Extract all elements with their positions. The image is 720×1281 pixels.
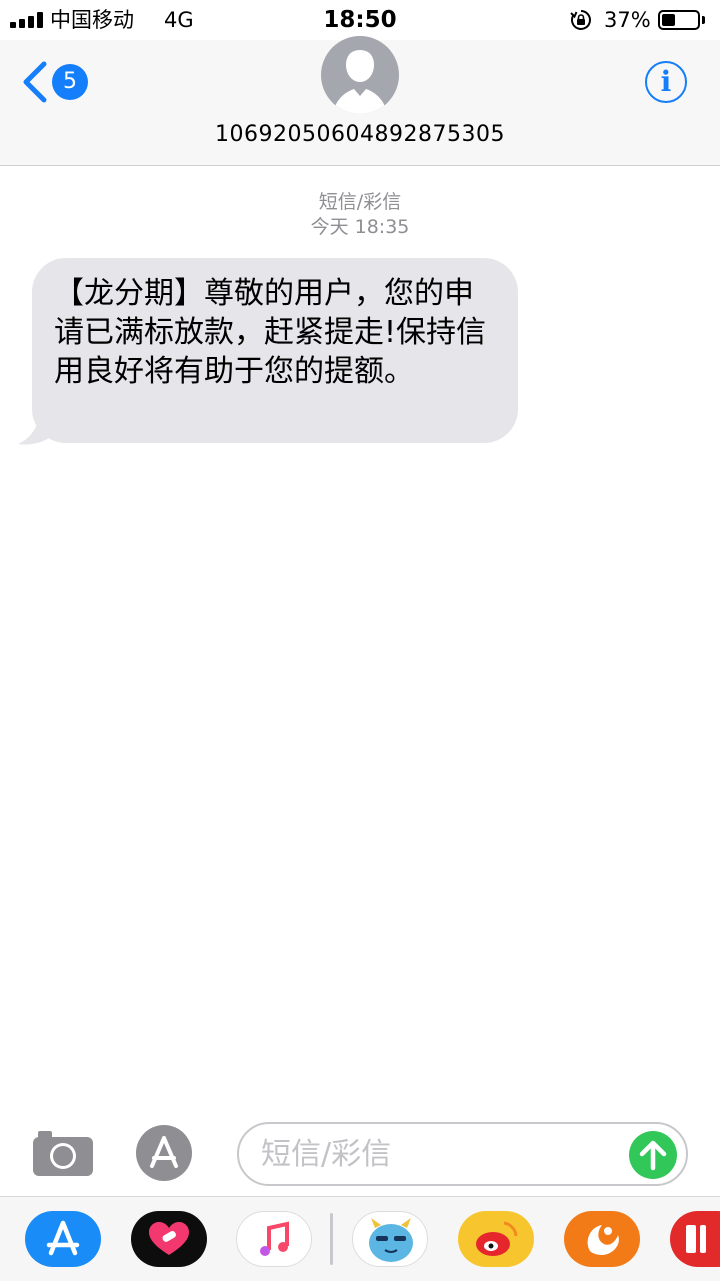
chevron-left-icon: [23, 61, 47, 103]
arrow-up-icon: [639, 1140, 667, 1171]
drawer-divider: [330, 1213, 333, 1265]
message-timestamp: 今天 18:35: [310, 216, 410, 238]
blue-monster-app-icon[interactable]: [352, 1211, 428, 1267]
weibo-app-icon[interactable]: [458, 1211, 534, 1267]
health-app-icon[interactable]: [131, 1211, 207, 1267]
incoming-message-bubble[interactable]: 【龙分期】尊敬的用户，您的申请已满标放款，赶紧提走!保持信用良好将有助于您的提额…: [32, 258, 518, 443]
message-text: 【龙分期】尊敬的用户，您的申请已满标放款，赶紧提走!保持信用良好将有助于您的提额…: [54, 276, 487, 389]
unread-count-badge: 5: [52, 64, 88, 100]
app-store-icon[interactable]: [25, 1211, 101, 1267]
battery-icon: [658, 10, 700, 30]
battery-level: [662, 14, 675, 26]
contact-number[interactable]: 10692050604892875305: [0, 120, 720, 150]
app-store-drawer-icon[interactable]: [132, 1124, 204, 1182]
red-app-icon[interactable]: [670, 1211, 720, 1267]
person-silhouette-icon: [333, 50, 387, 114]
battery-percentage: 37%: [604, 8, 651, 32]
conversation-header: 5 10692050604892875305 i: [0, 36, 720, 166]
contact-avatar[interactable]: [321, 36, 399, 114]
imessage-app-drawer: [0, 1196, 720, 1281]
back-button[interactable]: 5: [18, 58, 90, 106]
info-button[interactable]: i: [645, 61, 687, 103]
uc-browser-app-icon[interactable]: [564, 1211, 640, 1267]
send-button[interactable]: [629, 1131, 677, 1179]
battery-tip: [702, 16, 705, 24]
status-bar: 中国移动 4G 18:50 37%: [0, 0, 720, 40]
message-input-field[interactable]: [237, 1122, 688, 1186]
message-type-label: 短信/彩信: [318, 191, 402, 213]
music-app-icon[interactable]: [236, 1211, 312, 1267]
rotation-lock-icon: [570, 10, 591, 30]
message-input[interactable]: [261, 1132, 621, 1176]
camera-icon[interactable]: [30, 1128, 96, 1178]
